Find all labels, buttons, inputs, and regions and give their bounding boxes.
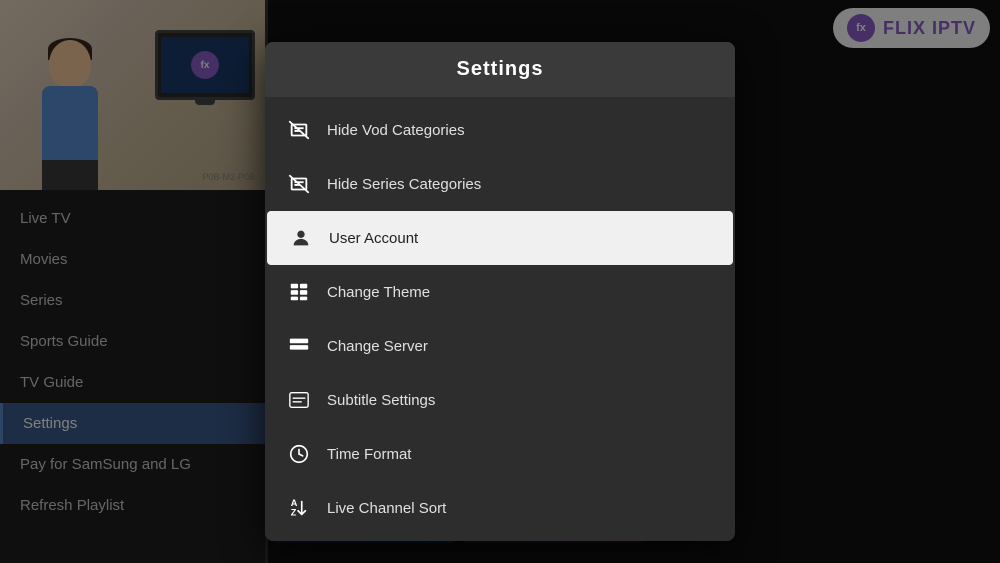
settings-item-hide-series[interactable]: Hide Series Categories [265,157,735,211]
user-icon [287,224,315,252]
settings-item-label: Hide Series Categories [327,176,481,193]
settings-dialog: Settings Hide Vod Categories [265,42,735,541]
clock-icon [285,440,313,468]
vod-icon [285,116,313,144]
svg-text:Z: Z [291,507,297,517]
settings-item-label: Change Server [327,338,428,355]
settings-list: Hide Vod Categories Hide Series Categori… [265,97,735,541]
series-icon [285,170,313,198]
settings-item-label: Subtitle Settings [327,392,435,409]
settings-overlay: Settings Hide Vod Categories [0,0,1000,563]
settings-item-change-theme[interactable]: Change Theme [265,265,735,319]
theme-icon [285,278,313,306]
settings-item-live-channel-sort[interactable]: A Z Live Channel Sort [265,481,735,535]
settings-item-label: Change Theme [327,284,430,301]
subtitle-icon [285,386,313,414]
settings-item-label: Live Channel Sort [327,500,446,517]
settings-item-user-account[interactable]: User Account [267,211,733,265]
settings-title: Settings [457,58,544,80]
server-icon [285,332,313,360]
settings-header: Settings [265,42,735,97]
settings-item-time-format[interactable]: Time Format [265,427,735,481]
settings-item-hide-vod[interactable]: Hide Vod Categories [265,103,735,157]
settings-item-subtitle[interactable]: Subtitle Settings [265,373,735,427]
settings-item-label: User Account [329,230,418,247]
settings-item-change-server[interactable]: Change Server [265,319,735,373]
settings-item-label: Hide Vod Categories [327,122,465,139]
sort-icon: A Z [285,494,313,522]
settings-item-label: Time Format [327,446,411,463]
